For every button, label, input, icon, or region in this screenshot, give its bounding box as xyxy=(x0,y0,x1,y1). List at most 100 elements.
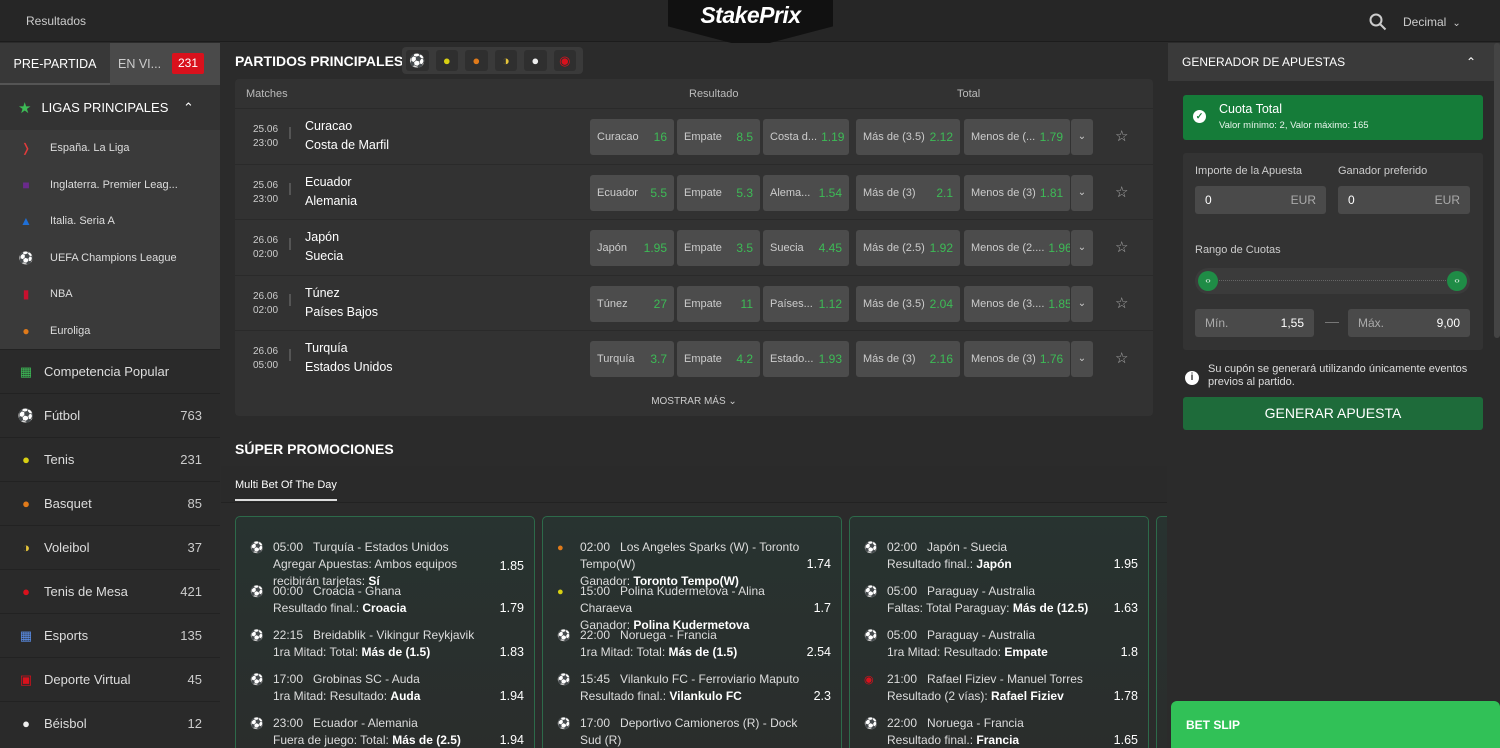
match-row[interactable]: 26.06 02:00 Túnez Países Bajos Túnez 27 Empa… xyxy=(235,274,1153,331)
sport-name: Fútbol xyxy=(44,408,81,423)
max-odds-input[interactable]: Máx. 9,00 xyxy=(1348,309,1470,337)
match-teams[interactable]: Japón Suecia xyxy=(305,228,343,266)
search-icon[interactable] xyxy=(1369,13,1387,31)
results-link[interactable]: Resultados xyxy=(26,14,86,28)
odd-button[interactable]: Curacao 16 xyxy=(590,119,674,155)
more-markets-button[interactable]: ⌄ xyxy=(1071,174,1093,211)
odd-button[interactable]: Empate 8.5 xyxy=(677,119,760,155)
odd-button[interactable]: Alema... 1.54 xyxy=(763,174,849,211)
slider-min-handle[interactable]: ‹› xyxy=(1198,271,1218,291)
ufc-icon[interactable]: ◉ xyxy=(553,50,576,71)
odds-range-slider[interactable]: ‹› ‹› xyxy=(1195,268,1470,294)
more-markets-button[interactable]: ⌄ xyxy=(1071,119,1093,155)
odd-button[interactable]: Japón 1.95 xyxy=(590,230,674,266)
odd-button[interactable]: Más de (3.5) 2.12 xyxy=(856,119,960,155)
match-row[interactable]: 25.06 23:00 Curacao Costa de Marfil Curaca… xyxy=(235,108,1153,164)
preferred-win-input[interactable]: 0 EUR xyxy=(1338,186,1470,214)
show-more-button[interactable]: MOSTRAR MÁS ⌄ xyxy=(235,396,1153,407)
sport-item[interactable]: ● Béisbol 12 xyxy=(0,701,220,745)
match-teams[interactable]: Ecuador Alemania xyxy=(305,173,357,211)
league-item[interactable]: ▲ Italia. Seria A xyxy=(0,203,220,240)
favorite-star-icon[interactable]: ☆ xyxy=(1115,238,1128,256)
odd-button[interactable]: Turquía 3.7 xyxy=(590,341,674,377)
odd-button[interactable]: Empate 11 xyxy=(677,285,760,322)
odd-button[interactable]: Menos de (3.... 1.85 xyxy=(964,285,1070,322)
sport-item[interactable]: ● Tenis 231 xyxy=(0,437,220,481)
generate-bet-button[interactable]: GENERAR APUESTA xyxy=(1183,397,1483,430)
league-item[interactable]: ❭ España. La Liga xyxy=(0,130,220,167)
odd-button[interactable]: Más de (2.5) 1.92 xyxy=(856,230,960,266)
league-item[interactable]: ⚽ UEFA Champions League xyxy=(0,239,220,276)
odd-button[interactable]: Menos de (3) 1.76 xyxy=(964,341,1070,377)
match-teams[interactable]: Turquía Estados Unidos xyxy=(305,339,393,377)
multi-bet-card[interactable] xyxy=(1156,516,1167,748)
min-odds-input[interactable]: Mín. 1,55 xyxy=(1195,309,1314,337)
odd-button[interactable]: Países... 1.12 xyxy=(763,285,849,322)
selection-time: 15:45 xyxy=(580,672,611,686)
soccer-ball-icon: ⚽ xyxy=(557,630,571,642)
tennis-ball-icon[interactable]: ● xyxy=(435,50,458,71)
logo[interactable]: StakePrix xyxy=(668,0,833,48)
multi-bet-card[interactable]: ● 02:00 Los Angeles Sparks (W) - Toronto… xyxy=(542,516,842,748)
match-row[interactable]: 25.06 23:00 Ecuador Alemania Ecuador 5.5 Emp… xyxy=(235,163,1153,220)
sport-item[interactable]: ⚽ Fútbol 763 xyxy=(0,393,220,437)
match-row[interactable]: 26.06 02:00 Japón Suecia Japón 1.95 Empate 3.… xyxy=(235,219,1153,275)
sport-item[interactable]: ▦ Competencia Popular xyxy=(0,349,220,393)
sport-item[interactable]: ▣ Deporte Virtual 45 xyxy=(0,657,220,701)
chevron-up-icon[interactable]: ⌃ xyxy=(183,100,194,116)
odd-button[interactable]: Menos de (... 1.79 xyxy=(964,119,1070,155)
match-teams[interactable]: Curacao Costa de Marfil xyxy=(305,117,389,155)
slider-max-handle[interactable]: ‹› xyxy=(1447,271,1467,291)
odd-button[interactable]: Más de (3) 2.1 xyxy=(856,174,960,211)
more-markets-button[interactable]: ⌄ xyxy=(1071,285,1093,322)
volleyball-icon[interactable]: ◑ xyxy=(494,50,517,71)
more-markets-button[interactable]: ⌄ xyxy=(1071,230,1093,266)
top-leagues-header[interactable]: ★ LIGAS PRINCIPALES ⌃ xyxy=(0,85,220,130)
tab-pre-match[interactable]: PRE-PARTIDA xyxy=(0,43,110,85)
favorite-star-icon[interactable]: ☆ xyxy=(1115,183,1128,201)
odd-button[interactable]: Más de (3) 2.16 xyxy=(856,341,960,377)
odd-button[interactable]: Costa d... 1.19 xyxy=(763,119,849,155)
stake-input[interactable]: 0 EUR xyxy=(1195,186,1326,214)
odd-button[interactable]: Empate 4.2 xyxy=(677,341,760,377)
odd-button[interactable]: Ecuador 5.5 xyxy=(590,174,674,211)
sport-item[interactable]: ◑ Voleibol 37 xyxy=(0,525,220,569)
odd-button[interactable]: Menos de (2.... 1.96 xyxy=(964,230,1070,266)
league-item[interactable]: ▮ NBA xyxy=(0,276,220,313)
favorite-star-icon[interactable]: ☆ xyxy=(1115,349,1128,367)
league-item[interactable]: ● Euroliga xyxy=(0,312,220,349)
selection-pick: Auda xyxy=(390,689,421,703)
soccer-ball-icon: ⚽ xyxy=(864,718,878,730)
soccer-ball-icon[interactable]: ⚽ xyxy=(406,50,429,71)
more-markets-button[interactable]: ⌄ xyxy=(1071,341,1093,377)
match-teams[interactable]: Túnez Países Bajos xyxy=(305,284,378,322)
odd-button[interactable]: Menos de (3) 1.81 xyxy=(964,174,1070,211)
tab-multi-bet[interactable]: Multi Bet Of The Day xyxy=(235,479,337,501)
sport-item[interactable]: ▦ Esports 135 xyxy=(0,613,220,657)
selection-time: 17:00 xyxy=(273,672,304,686)
favorite-star-icon[interactable]: ☆ xyxy=(1115,127,1128,145)
odd-button[interactable]: Túnez 27 xyxy=(590,285,674,322)
league-item[interactable]: ■ Inglaterra. Premier Leag... xyxy=(0,166,220,203)
odd-button[interactable]: Más de (3.5) 2.04 xyxy=(856,285,960,322)
odd-button[interactable]: Empate 3.5 xyxy=(677,230,760,266)
chevron-up-icon[interactable]: ⌃ xyxy=(1466,55,1476,69)
bet-slip-button[interactable]: BET SLIP xyxy=(1171,701,1500,748)
selection-odd: 1.95 xyxy=(1113,557,1138,571)
odd-button[interactable]: Suecia 4.45 xyxy=(763,230,849,266)
multi-bet-card[interactable]: ⚽ 02:00 Japón - Suecia Resultado final.: … xyxy=(849,516,1149,748)
odd-button[interactable]: Empate 5.3 xyxy=(677,174,760,211)
favorite-star-icon[interactable]: ☆ xyxy=(1115,294,1128,312)
bet-generator-header[interactable]: GENERADOR DE APUESTAS ⌃ xyxy=(1168,43,1500,81)
scrollbar[interactable] xyxy=(1494,43,1500,338)
sport-item[interactable]: ● Tenis de Mesa 421 xyxy=(0,569,220,613)
odd-button[interactable]: Estado... 1.93 xyxy=(763,341,849,377)
sport-item[interactable]: ● Basquet 85 xyxy=(0,481,220,525)
tab-live[interactable]: EN VI... 231 xyxy=(110,43,220,85)
multi-bet-card[interactable]: ⚽ 05:00 Turquía - Estados Unidos Agregar … xyxy=(235,516,535,748)
basketball-icon[interactable]: ● xyxy=(465,50,488,71)
match-row[interactable]: 26.06 05:00 Turquía Estados Unidos Turquía… xyxy=(235,330,1153,386)
odds-format-select[interactable]: Decimal ⌄ xyxy=(1403,15,1461,29)
odd-label: Más de (3) xyxy=(863,353,916,365)
baseball-icon[interactable]: ● xyxy=(524,50,547,71)
